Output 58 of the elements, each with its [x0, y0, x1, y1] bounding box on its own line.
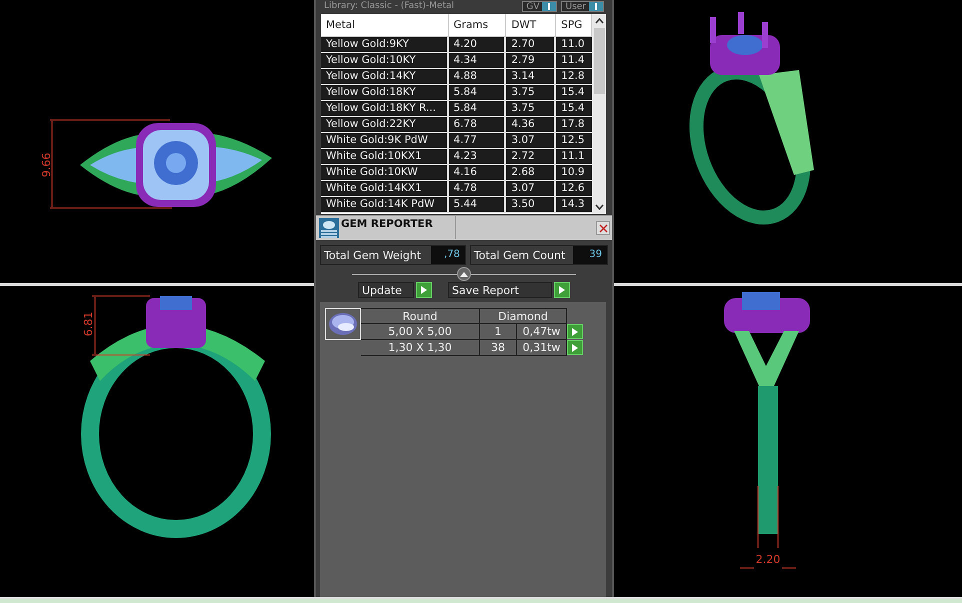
view-button[interactable]: GV	[522, 1, 558, 12]
table-cell: 1	[480, 324, 517, 340]
table-cell: White Gold:14K PdW	[321, 197, 449, 212]
table-cell: 3.50	[506, 197, 556, 212]
close-button[interactable]	[596, 221, 610, 235]
info-icon	[589, 2, 603, 11]
table-cell: 5.44	[448, 197, 506, 212]
play-button[interactable]	[416, 282, 432, 298]
table-cell-text: 11.1	[560, 149, 586, 164]
panel-title: GEM REPORTER	[341, 216, 456, 239]
table-row[interactable]: White Gold:10KX1 4.23 2.72 11.1	[321, 149, 592, 165]
dimension-label: 2.20	[756, 553, 780, 566]
view-button[interactable]: User	[561, 1, 604, 12]
table-cell-text: 17.8	[560, 117, 586, 132]
scrollbar[interactable]	[592, 14, 606, 214]
table-row[interactable]: Yellow Gold:18KY R... 5.84 3.75 15.4	[321, 101, 592, 117]
table-cell: 38	[480, 340, 517, 356]
scroll-thumb[interactable]	[594, 28, 605, 94]
column-header: Diamond	[480, 308, 567, 324]
dimension-label: 9.66	[40, 152, 53, 178]
info-icon	[542, 2, 556, 11]
play-icon	[559, 286, 565, 294]
column-header: Round	[361, 308, 480, 324]
dimension-label: 6.81	[82, 312, 95, 336]
action-button[interactable]: Save Report	[448, 282, 552, 298]
action-button[interactable]: Update	[358, 282, 414, 298]
table-row[interactable]: White Gold:9K PdW 4.77 3.07 12.5	[321, 133, 592, 149]
table-cell-text: 12.6	[560, 181, 586, 196]
play-button[interactable]	[567, 340, 583, 355]
table-cell-text: 14.3	[560, 197, 586, 212]
library-label: Library: Classic - (Fast)-Metal	[324, 1, 454, 12]
table-cell-text: 15.4	[560, 85, 586, 100]
table-row[interactable]: White Gold:14K PdW 5.44 3.50 14.3	[321, 197, 592, 213]
column-header[interactable]: DWT	[506, 14, 556, 36]
collapse-handle[interactable]	[457, 267, 471, 281]
table-cell: 1,30 X 1,30	[361, 340, 480, 356]
play-icon	[421, 286, 427, 294]
report-icon	[319, 218, 339, 238]
table-cell-text: 12.5	[560, 133, 586, 148]
play-button[interactable]	[567, 324, 583, 339]
table-cell: 5,00 X 5,00	[361, 324, 480, 340]
table-row[interactable]: Yellow Gold:14KY 4.88 3.14 12.8	[321, 69, 592, 85]
play-button[interactable]	[554, 282, 570, 298]
table-cell-text: 11.4	[560, 53, 586, 68]
gemstone-icon	[325, 308, 361, 340]
table-row[interactable]: Yellow Gold:18KY 5.84 3.75 15.4	[321, 85, 592, 101]
table-row[interactable]: Yellow Gold:10KY 4.34 2.79 11.4	[321, 53, 592, 69]
table-cell-text: 11.0	[560, 37, 586, 52]
column-header[interactable]: Grams	[448, 14, 506, 36]
dimension-line	[92, 296, 150, 356]
table-cell-text: 15.4	[560, 101, 586, 116]
table-row[interactable]: White Gold:10KW 4.16 2.68 10.9	[321, 165, 592, 181]
table-cell-text: 12.8	[560, 69, 586, 84]
table-row[interactable]: White Gold:14KX1 4.78 3.07 12.6	[321, 181, 592, 197]
table-row[interactable]: Yellow Gold:22KY 6.78 4.36 17.8	[321, 117, 592, 133]
table-cell-text: 10.9	[560, 165, 586, 180]
table-row[interactable]: Yellow Gold:9KY 4.20 2.70 11.0	[321, 37, 592, 53]
column-header[interactable]: Metal	[321, 14, 449, 36]
